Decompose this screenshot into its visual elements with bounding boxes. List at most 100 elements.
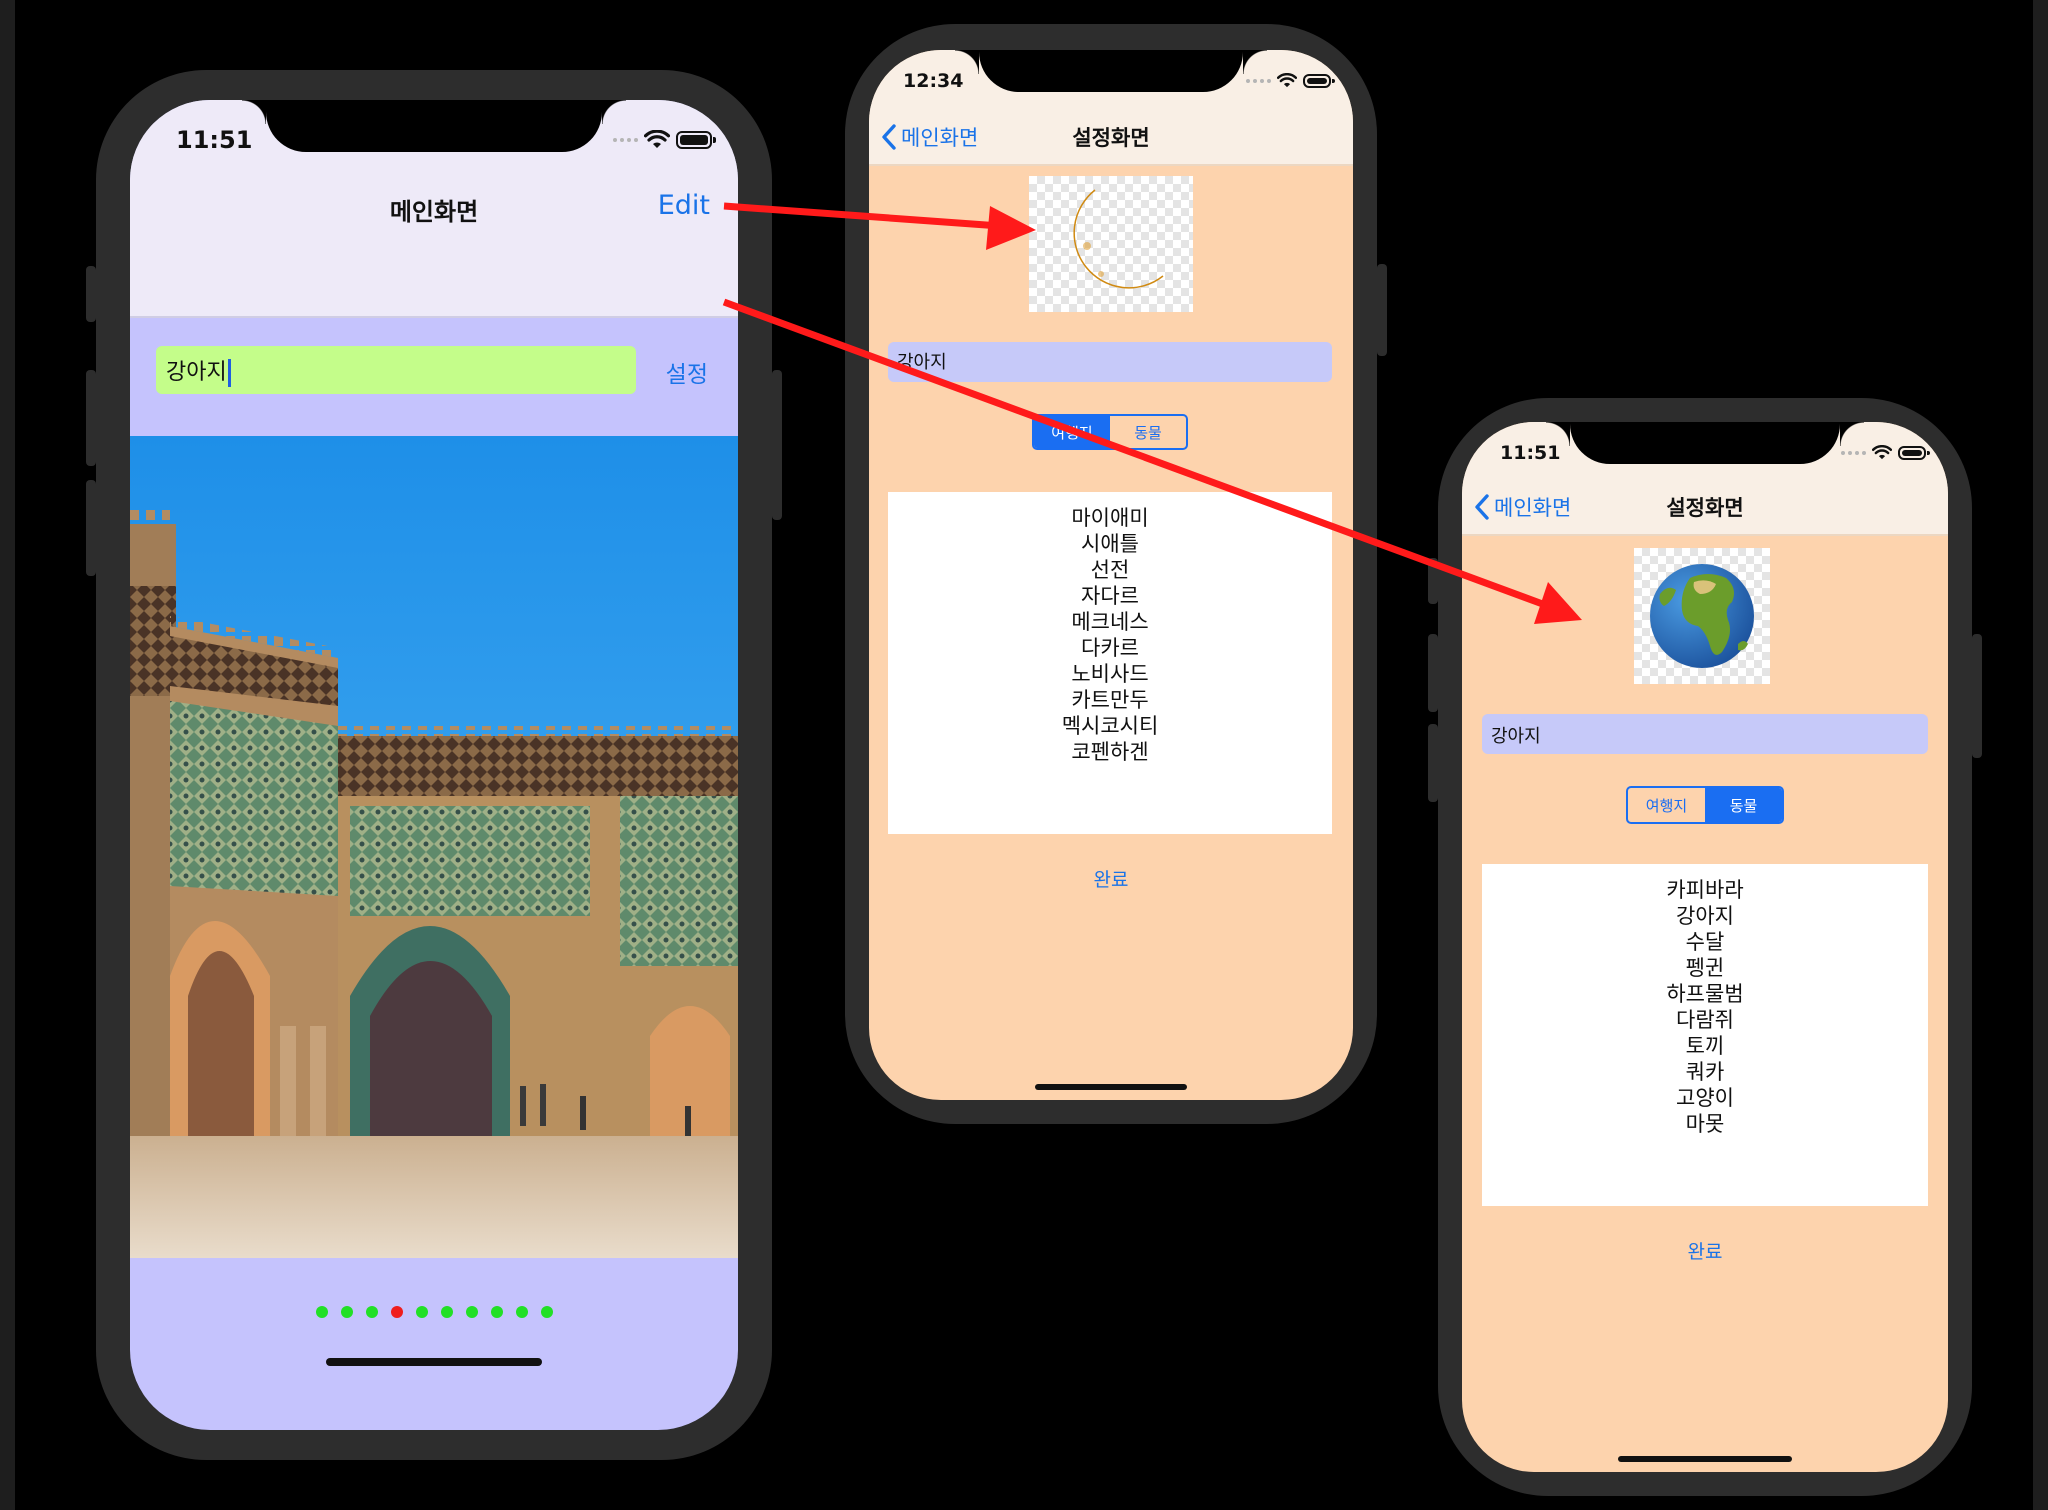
battery-icon [1898, 446, 1930, 460]
picker-list: 마이애미 시애틀 선전 자다르 메크네스 다카르 노비사드 카트만두 멕시코시티 코펜하겐 [888, 505, 1332, 765]
item-picker[interactable]: 마이애미 시애틀 선전 자다르 메크네스 다카르 노비사드 카트만두 멕시코시티 코펜하겐 [888, 492, 1332, 834]
back-button-label: 메인화면 [1494, 496, 1572, 520]
page-dot[interactable] [440, 1306, 453, 1318]
settings-animals-phone: 11:51 설정화면 메인화면 강아지 여행지 동물 카피바라 강아지 수달 펭… [1428, 398, 1982, 1496]
page-dot[interactable] [415, 1306, 428, 1318]
picker-item[interactable]: 펭귄 [1482, 955, 1928, 981]
text-cursor [227, 359, 231, 387]
picker-item[interactable]: 고양이 [1482, 1085, 1928, 1111]
picker-item[interactable]: 다카르 [888, 635, 1332, 661]
picker-item[interactable]: 토끼 [1482, 1033, 1928, 1059]
category-segmented-control[interactable]: 여행지 동물 [1626, 786, 1784, 824]
page-dot[interactable] [540, 1306, 553, 1318]
status-icons [613, 130, 716, 150]
right-dark-edge [2033, 0, 2048, 1510]
status-time: 11:51 [1500, 442, 1561, 464]
mute-switch [86, 266, 96, 322]
text-field-value: 강아지 [166, 360, 227, 385]
edit-button[interactable]: Edit [658, 190, 710, 221]
back-button[interactable]: 메인화면 [881, 122, 978, 152]
picker-item[interactable]: 마이애미 [888, 505, 1332, 531]
cellular-signal-icon [1246, 79, 1271, 83]
volume-down-button [1428, 724, 1438, 802]
wifi-icon [1872, 445, 1892, 460]
globe-earth-icon [1650, 564, 1754, 668]
cellular-signal-icon [1841, 451, 1866, 455]
main-screen-phone: 11:51 메인화면 Edit 강아지 설정 [86, 70, 782, 1460]
item-picker[interactable]: 카피바라 강아지 수달 펭귄 하프물범 다람쥐 토끼 쿼카 고양이 마못 [1482, 864, 1928, 1206]
wifi-icon [1277, 73, 1297, 88]
home-indicator [1035, 1084, 1187, 1090]
volume-up-button [1428, 634, 1438, 712]
segment-animals[interactable]: 동물 [1705, 788, 1782, 822]
page-dot[interactable] [515, 1306, 528, 1318]
status-time: 12:34 [903, 70, 964, 92]
chevron-left-icon [882, 124, 896, 150]
status-time: 11:51 [176, 126, 253, 154]
side-button [772, 370, 782, 520]
picker-item[interactable]: 카트만두 [888, 687, 1332, 713]
picker-item[interactable]: 하프물범 [1482, 981, 1928, 1007]
segment-travel[interactable]: 여행지 [1628, 788, 1705, 822]
picker-item[interactable]: 메크네스 [888, 609, 1332, 635]
picker-item[interactable]: 멕시코시티 [888, 713, 1332, 739]
page-dot[interactable] [340, 1306, 353, 1318]
nav-title: 메인화면 [389, 198, 479, 226]
left-dark-edge [0, 0, 15, 1510]
settings-button[interactable]: 설정 [666, 355, 708, 389]
picker-item[interactable]: 코펜하겐 [888, 739, 1332, 765]
home-indicator [1618, 1456, 1792, 1462]
page-dot[interactable] [490, 1306, 503, 1318]
done-button[interactable]: 완료 [1462, 1237, 1948, 1264]
picker-item[interactable]: 마못 [1482, 1111, 1928, 1137]
picker-list: 카피바라 강아지 수달 펭귄 하프물범 다람쥐 토끼 쿼카 고양이 마못 [1482, 877, 1928, 1137]
picker-item[interactable]: 카피바라 [1482, 877, 1928, 903]
back-button[interactable]: 메인화면 [1474, 492, 1571, 522]
settings-travel-phone: 12:34 설정화면 메인화면 강아지 여행지 동물 마이애미 시애틀 선전 자… [845, 24, 1387, 1124]
selected-image [1029, 176, 1193, 312]
notch [242, 100, 626, 152]
travel-photo-image[interactable] [130, 436, 738, 1258]
page-dot[interactable] [465, 1306, 478, 1318]
page-dot-current[interactable] [390, 1306, 403, 1318]
picker-item[interactable]: 강아지 [1482, 903, 1928, 929]
volume-up-button [86, 370, 96, 466]
battery-icon [1303, 74, 1335, 88]
volume-down-button [86, 480, 96, 576]
selected-image [1634, 548, 1770, 684]
picker-item[interactable]: 자다르 [888, 583, 1332, 609]
name-text-field[interactable]: 강아지 [156, 346, 636, 394]
mute-switch [1428, 558, 1438, 604]
segment-travel[interactable]: 여행지 [1034, 416, 1110, 448]
picker-item[interactable]: 수달 [1482, 929, 1928, 955]
notch [1546, 422, 1864, 464]
side-button [1972, 634, 1982, 758]
settings-screen-animals: 11:51 설정화면 메인화면 강아지 여행지 동물 카피바라 강아지 수달 펭… [1462, 422, 1948, 1472]
settings-screen-travel: 12:34 설정화면 메인화면 강아지 여행지 동물 마이애미 시애틀 선전 자… [869, 50, 1353, 1100]
side-button [1377, 264, 1387, 356]
status-icons [1246, 73, 1335, 89]
picker-item[interactable]: 노비사드 [888, 661, 1332, 687]
picker-item[interactable]: 쿼카 [1482, 1059, 1928, 1085]
name-text-field[interactable]: 강아지 [888, 342, 1332, 382]
name-text-field[interactable]: 강아지 [1482, 714, 1928, 754]
done-button[interactable]: 완료 [869, 865, 1353, 892]
picker-item[interactable]: 시애틀 [888, 531, 1332, 557]
segment-animals[interactable]: 동물 [1110, 416, 1186, 448]
page-dot[interactable] [365, 1306, 378, 1318]
home-indicator [326, 1358, 542, 1366]
notch [955, 50, 1267, 92]
cellular-signal-icon [613, 138, 638, 142]
status-icons [1841, 445, 1930, 461]
picker-item[interactable]: 선전 [888, 557, 1332, 583]
chevron-left-icon [1475, 494, 1489, 520]
page-control[interactable] [130, 1306, 738, 1318]
category-segmented-control[interactable]: 여행지 동물 [1032, 414, 1188, 450]
picker-item[interactable]: 다람쥐 [1482, 1007, 1928, 1033]
main-screen: 11:51 메인화면 Edit 강아지 설정 [130, 100, 738, 1430]
back-button-label: 메인화면 [901, 126, 979, 150]
battery-icon [676, 131, 716, 149]
crescent-moon-icon [1073, 189, 1164, 289]
wifi-icon [644, 130, 670, 148]
page-dot[interactable] [315, 1306, 328, 1318]
